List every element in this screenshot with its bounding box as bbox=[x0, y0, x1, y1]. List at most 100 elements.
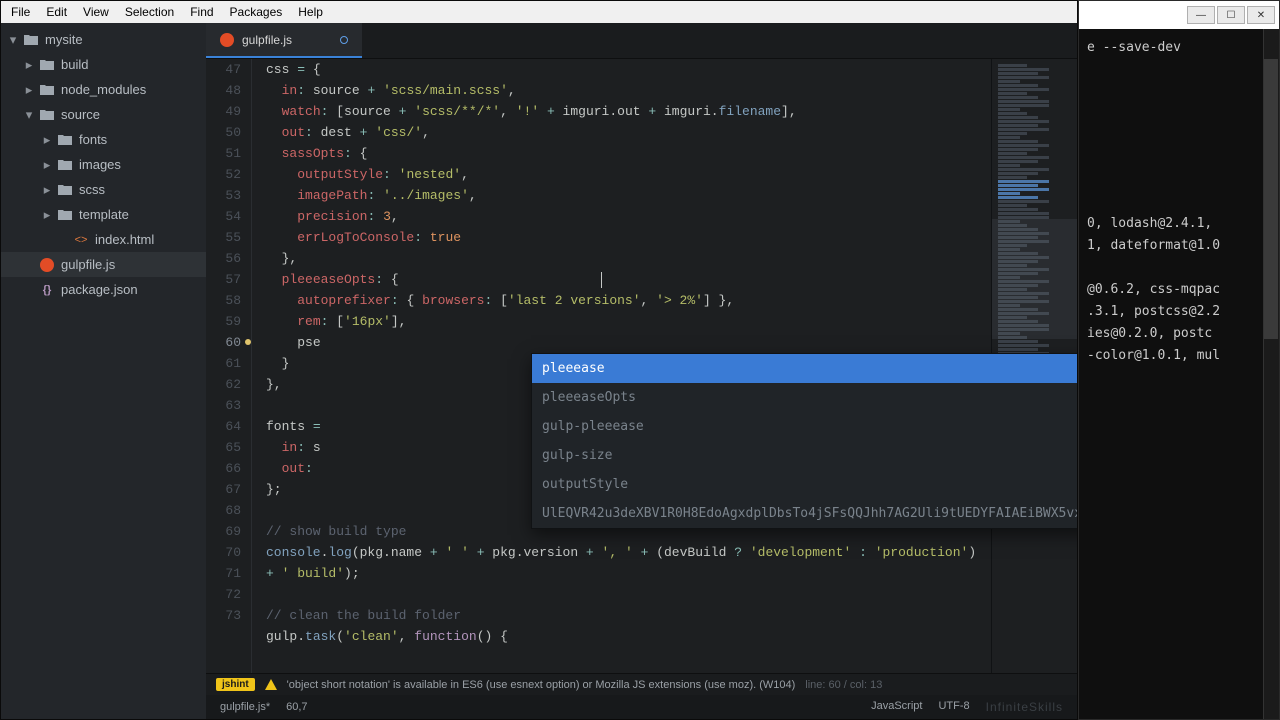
html-file-icon: <> bbox=[73, 233, 89, 247]
chevron-right-icon: ▸ bbox=[41, 184, 53, 196]
tree-item-scss[interactable]: ▸ scss bbox=[1, 177, 206, 202]
status-file: gulpfile.js* bbox=[220, 701, 270, 713]
terminal-titlebar: — ☐ ✕ bbox=[1079, 1, 1279, 29]
status-cursor: 60,7 bbox=[286, 701, 307, 713]
code-line[interactable]: out: dest + 'css/', bbox=[266, 122, 991, 143]
menu-selection[interactable]: Selection bbox=[117, 2, 182, 22]
folder-icon bbox=[23, 33, 39, 47]
autocomplete-item[interactable]: gulp-pleeease bbox=[532, 412, 1077, 441]
editor-main: gulpfile.js 4748495051525354555657585960… bbox=[206, 23, 1077, 719]
folder-icon bbox=[57, 158, 73, 172]
code-line[interactable]: autoprefixer: { browsers: ['last 2 versi… bbox=[266, 290, 991, 311]
file-tree[interactable]: ▾ mysite ▸ build ▸node_modules ▾ source ▸font… bbox=[1, 23, 206, 719]
autocomplete-item[interactable]: pleeease bbox=[532, 354, 1077, 383]
tree-item-label: index.html bbox=[95, 232, 154, 247]
tree-item-label: template bbox=[79, 207, 129, 222]
code-line[interactable]: imagePath: '../images', bbox=[266, 185, 991, 206]
autocomplete-popup[interactable]: pleeeasepleeeaseOptsgulp-pleeeasegulp-si… bbox=[531, 353, 1077, 529]
code-line[interactable]: pleeeaseOpts: { bbox=[266, 269, 991, 290]
code-line[interactable]: outputStyle: 'nested', bbox=[266, 164, 991, 185]
code-line[interactable]: pse bbox=[266, 332, 991, 353]
code-line[interactable]: sassOpts: { bbox=[266, 143, 991, 164]
minimize-button[interactable]: — bbox=[1187, 6, 1215, 24]
chevron-down-icon: ▾ bbox=[23, 109, 35, 121]
code-line[interactable]: gulp.task('clean', function() { bbox=[266, 626, 991, 647]
menu-view[interactable]: View bbox=[75, 2, 117, 22]
autocomplete-item[interactable]: UlEQVR42u3deXBV1R0H8EdoAgxdplDbsTo4jSFsQ… bbox=[532, 499, 1077, 528]
chevron-right-icon: ▸ bbox=[41, 134, 53, 146]
code-line[interactable]: console.log(pkg.name + ' ' + pkg.version… bbox=[266, 542, 991, 563]
menu-help[interactable]: Help bbox=[290, 2, 331, 22]
tree-item-label: scss bbox=[79, 182, 105, 197]
code-line[interactable]: css = { bbox=[266, 59, 991, 80]
close-button[interactable]: ✕ bbox=[1247, 6, 1275, 24]
menu-packages[interactable]: Packages bbox=[222, 2, 291, 22]
code-line[interactable]: }, bbox=[266, 248, 991, 269]
tree-root-label: mysite bbox=[45, 32, 83, 47]
tree-item-template[interactable]: ▸ template bbox=[1, 202, 206, 227]
menu-find[interactable]: Find bbox=[182, 2, 221, 22]
tree-item-package-json[interactable]: {} package.json bbox=[1, 277, 206, 302]
terminal-scrollbar[interactable] bbox=[1263, 29, 1279, 719]
lint-message: 'object short notation' is available in … bbox=[287, 679, 796, 691]
js-file-icon bbox=[39, 258, 55, 272]
code-line[interactable]: + ' build'); bbox=[266, 563, 991, 584]
folder-icon bbox=[39, 58, 55, 72]
menu-bar: FileEditViewSelectionFindPackagesHelp bbox=[1, 1, 1077, 23]
tree-item-gulpfile-js[interactable]: gulpfile.js bbox=[1, 252, 206, 277]
tree-item-label: build bbox=[61, 57, 88, 72]
status-bar: gulpfile.js* 60,7 JavaScript UTF-8 Infin… bbox=[206, 695, 1077, 719]
chevron-right-icon: ▸ bbox=[23, 59, 35, 71]
code-line[interactable]: watch: [source + 'scss/**/*', '!' + imgu… bbox=[266, 101, 991, 122]
chevron-right-icon: ▸ bbox=[41, 209, 53, 221]
tree-item-fonts[interactable]: ▸fonts bbox=[1, 127, 206, 152]
lint-tool-badge: jshint bbox=[216, 678, 255, 691]
folder-icon bbox=[39, 83, 55, 97]
folder-icon bbox=[57, 208, 73, 222]
status-encoding[interactable]: UTF-8 bbox=[938, 700, 969, 714]
tree-item-label: images bbox=[79, 157, 121, 172]
terminal-scrollbar-thumb[interactable] bbox=[1264, 59, 1278, 339]
autocomplete-item[interactable]: pleeeaseOpts bbox=[532, 383, 1077, 412]
tree-item-images[interactable]: ▸ images bbox=[1, 152, 206, 177]
chevron-down-icon: ▾ bbox=[7, 34, 19, 46]
tree-item-node_modules[interactable]: ▸node_modules bbox=[1, 77, 206, 102]
status-lang[interactable]: JavaScript bbox=[871, 700, 922, 714]
minimap-viewport[interactable] bbox=[992, 219, 1077, 339]
folder-icon bbox=[57, 183, 73, 197]
autocomplete-item[interactable]: gulp-size bbox=[532, 441, 1077, 470]
brand-watermark: InfiniteSkills bbox=[986, 700, 1063, 714]
maximize-button[interactable]: ☐ bbox=[1217, 6, 1245, 24]
tree-item-build[interactable]: ▸ build bbox=[1, 52, 206, 77]
code-line[interactable]: precision: 3, bbox=[266, 206, 991, 227]
menu-file[interactable]: File bbox=[3, 2, 38, 22]
code-line[interactable] bbox=[266, 584, 991, 605]
menu-edit[interactable]: Edit bbox=[38, 2, 75, 22]
folder-icon bbox=[39, 108, 55, 122]
text-cursor bbox=[601, 272, 602, 288]
tab-gulpfile[interactable]: gulpfile.js bbox=[206, 23, 362, 58]
tab-label: gulpfile.js bbox=[242, 33, 292, 47]
code-area[interactable]: 4748495051525354555657585960616263646566… bbox=[206, 59, 1077, 673]
autocomplete-item[interactable]: outputStyle bbox=[532, 470, 1077, 499]
tree-item-label: gulpfile.js bbox=[61, 257, 115, 272]
code-line[interactable]: rem: ['16px'], bbox=[266, 311, 991, 332]
code-line[interactable]: // clean the build folder bbox=[266, 605, 991, 626]
warning-icon bbox=[265, 679, 277, 691]
json-file-icon: {} bbox=[39, 283, 55, 297]
tree-root[interactable]: ▾ mysite bbox=[1, 27, 206, 52]
tree-item-index-html[interactable]: <> index.html bbox=[1, 227, 206, 252]
editor-window: FileEditViewSelectionFindPackagesHelp ▾ … bbox=[0, 0, 1078, 720]
lint-bar: jshint 'object short notation' is availa… bbox=[206, 673, 1077, 695]
chevron-right-icon: ▸ bbox=[41, 159, 53, 171]
gutter: 4748495051525354555657585960616263646566… bbox=[206, 59, 252, 673]
tree-item-source[interactable]: ▾ source bbox=[1, 102, 206, 127]
folder-icon bbox=[57, 133, 73, 147]
terminal-output: e --save-dev 0, lodash@2.4.1, 1, datefor… bbox=[1079, 29, 1279, 375]
tree-item-label: package.json bbox=[61, 282, 138, 297]
modified-indicator-icon bbox=[340, 36, 348, 44]
code-line[interactable]: errLogToConsole: true bbox=[266, 227, 991, 248]
tree-item-label: source bbox=[61, 107, 100, 122]
code-line[interactable]: in: source + 'scss/main.scss', bbox=[266, 80, 991, 101]
terminal-window: — ☐ ✕ e --save-dev 0, lodash@2.4.1, 1, d… bbox=[1078, 0, 1280, 720]
